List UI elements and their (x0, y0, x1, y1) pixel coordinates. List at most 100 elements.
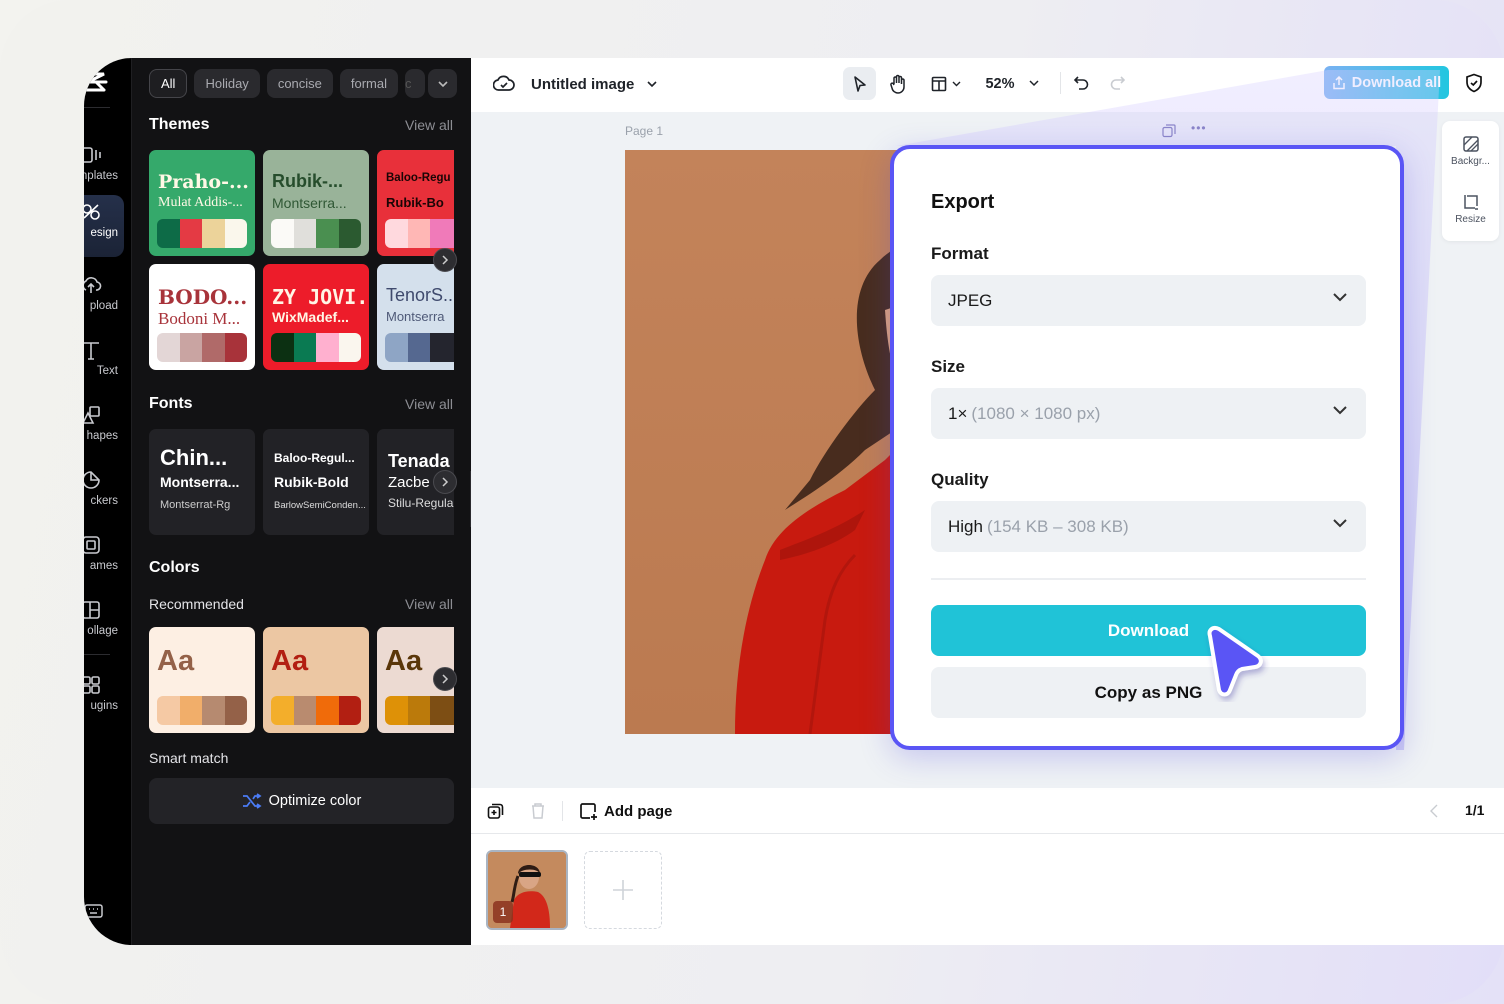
theme-card[interactable]: TenorS... Montserra (377, 264, 454, 370)
cloud-saved-icon[interactable] (493, 73, 515, 95)
theme-palette (385, 333, 454, 362)
resize-tool[interactable]: Resize (1442, 193, 1499, 225)
color-swatch (430, 219, 453, 248)
chip-concise[interactable]: concise (266, 69, 333, 98)
font-card[interactable]: Chin... Montserra... Montserrat-Rg (149, 429, 255, 535)
theme-card[interactable]: BODO... Bodoni M... (149, 264, 255, 370)
color-palette-card[interactable]: Aa (149, 627, 255, 733)
undo-icon (1073, 76, 1089, 90)
chip-all[interactable]: All (149, 69, 188, 98)
color-palette (157, 696, 247, 725)
rail-item-design[interactable]: esign (84, 195, 124, 257)
format-select[interactable]: JPEG (931, 275, 1366, 326)
select-tool-button[interactable] (843, 67, 876, 100)
rail-item-text[interactable]: Text (84, 333, 124, 391)
page-indicator: 1/1 (1465, 802, 1485, 818)
themes-view-all-link[interactable]: View all (405, 117, 453, 133)
download-button[interactable]: Download (931, 605, 1366, 656)
chip-holiday[interactable]: Holiday (194, 69, 260, 98)
rail-item-upload[interactable]: pload (84, 268, 124, 326)
prev-page-button[interactable] (1426, 800, 1442, 822)
redo-icon (1110, 76, 1126, 90)
rail-item-plugins[interactable]: ugins (84, 668, 124, 726)
theme-card[interactable]: Praho-... Mulat Addis-... (149, 150, 255, 256)
theme-card-subtitle: Montserra... (272, 195, 347, 211)
add-page-button[interactable]: Add page (579, 797, 672, 825)
theme-card-title: BODO... (158, 285, 248, 309)
rail-divider (84, 654, 110, 655)
color-swatch (338, 696, 361, 725)
color-card-sample: Aa (271, 645, 309, 677)
fonts-heading: Fonts (149, 395, 193, 412)
chip-partial[interactable]: c (405, 69, 426, 98)
colors-next-button[interactable] (433, 667, 457, 691)
quality-detail: (154 KB – 308 KB) (986, 517, 1129, 536)
quality-select[interactable]: High (154 KB – 308 KB) (931, 501, 1366, 552)
theme-palette (157, 219, 247, 248)
upload-icon (84, 277, 102, 293)
rail-item-templates[interactable]: nplates (84, 138, 124, 196)
font-card-line3: Stilu-Regula (388, 496, 454, 510)
canvas-image-options-icon[interactable] (1162, 124, 1176, 138)
canvas-image[interactable] (625, 150, 915, 734)
rail-item-stickers[interactable]: ckers (84, 463, 124, 521)
page-thumbnail[interactable]: 1 (486, 850, 568, 930)
undo-button[interactable] (1068, 70, 1094, 96)
themes-next-button[interactable] (433, 248, 457, 272)
shield-button[interactable] (1461, 70, 1487, 96)
add-page-thumbnail[interactable] (584, 851, 662, 929)
export-icon (1333, 75, 1345, 89)
size-detail: (1080 × 1080 px) (971, 404, 1101, 423)
recommended-label: Recommended (149, 596, 244, 612)
copy-as-png-button[interactable]: Copy as PNG (931, 667, 1366, 718)
duplicate-page-button[interactable] (485, 800, 507, 822)
hand-tool-button[interactable] (881, 67, 914, 100)
background-tool[interactable]: Backgr... (1442, 135, 1499, 167)
color-swatch (430, 333, 453, 362)
keyboard-shortcuts-icon[interactable] (84, 903, 104, 919)
rail-item-collage[interactable]: ollage (84, 593, 124, 651)
font-card[interactable]: Baloo-Regul... Rubik-Bold BarlowSemiCond… (263, 429, 369, 535)
pointer-icon (853, 75, 866, 92)
color-swatch (293, 219, 316, 248)
theme-card[interactable]: Baloo-Regu Rubik-Bo (377, 150, 454, 256)
theme-card-title: Baloo-Regu (386, 172, 451, 184)
background-tool-label: Backgr... (1451, 156, 1490, 167)
rail-label: ames (89, 560, 118, 572)
redo-button[interactable] (1105, 70, 1131, 96)
chip-formal[interactable]: formal (339, 69, 399, 98)
layout-dropdown[interactable] (926, 67, 966, 100)
chevron-down-icon (1333, 519, 1347, 528)
theme-card[interactable]: ZY JOVI...WixMadef... (263, 264, 369, 370)
quality-value: High (948, 517, 983, 536)
download-all-button[interactable]: Download all (1324, 66, 1449, 99)
plugins-icon (84, 676, 100, 694)
optimize-color-button[interactable]: Optimize color (149, 778, 454, 824)
color-palette-card[interactable]: Aa (263, 627, 369, 733)
collage-icon (84, 601, 100, 619)
color-swatch (407, 219, 430, 248)
rail-label: hapes (86, 430, 118, 442)
color-swatch (338, 219, 361, 248)
color-swatch (452, 696, 454, 725)
design-panel: All Holiday concise formal c Themes View… (132, 58, 471, 945)
font-card-line1: Tenada (388, 451, 450, 471)
size-label: Size (931, 357, 966, 376)
chips-expand-button[interactable] (428, 69, 457, 98)
fonts-next-button[interactable] (433, 470, 457, 494)
fonts-view-all-link[interactable]: View all (405, 396, 453, 412)
rail-item-frames[interactable]: ames (84, 528, 124, 586)
document-title-dropdown[interactable]: Untitled image (531, 72, 658, 96)
color-swatch (157, 333, 180, 362)
color-swatch (452, 333, 454, 362)
page-label: Page 1 (625, 124, 664, 138)
colors-view-all-link[interactable]: View all (405, 596, 453, 612)
color-swatch (316, 333, 339, 362)
delete-page-button[interactable] (527, 800, 549, 822)
theme-card[interactable]: Rubik-... Montserra... (263, 150, 369, 256)
rail-item-shapes[interactable]: hapes (84, 398, 124, 456)
size-select[interactable]: 1× (1080 × 1080 px) (931, 388, 1366, 439)
zoom-dropdown[interactable]: 52% (981, 67, 1043, 100)
more-options-icon[interactable]: ••• (1191, 121, 1207, 135)
theme-card-subtitle: WixMadef... (272, 309, 349, 325)
